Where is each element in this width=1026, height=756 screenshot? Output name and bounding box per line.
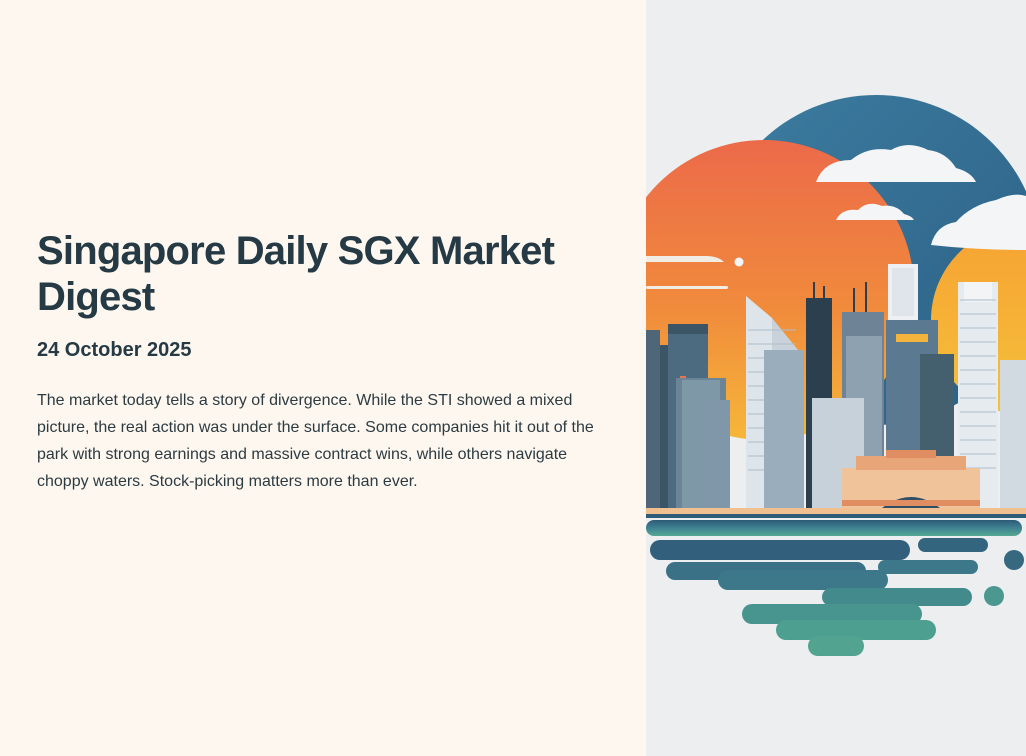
water-stroke (650, 540, 910, 560)
building (646, 330, 660, 510)
cloud-streak-2 (646, 286, 728, 289)
water-stroke (822, 588, 972, 606)
building (668, 324, 708, 334)
colonial-building (842, 450, 980, 508)
water-stroke (646, 520, 1022, 536)
page-title: Singapore Daily SGX Market Digest (37, 229, 555, 319)
building (764, 350, 804, 510)
building (964, 282, 992, 302)
waterline (646, 514, 1026, 518)
water-stroke (718, 570, 888, 590)
water-stroke (878, 560, 978, 574)
article-date: 24 October 2025 (37, 339, 192, 361)
building (896, 334, 928, 342)
cloud-dot (734, 257, 744, 267)
water-dot (1004, 550, 1024, 570)
water-stroke (808, 636, 864, 656)
shoreline (646, 508, 1026, 514)
building (892, 268, 914, 316)
article-intro: The market today tells a story of diverg… (37, 392, 594, 490)
skyline-illustration (646, 0, 1026, 756)
building (1000, 360, 1026, 510)
water-dot (984, 586, 1004, 606)
water-stroke (918, 538, 988, 552)
article-panel: Singapore Daily SGX Market Digest 24 Oct… (0, 0, 646, 756)
skyline-svg (646, 95, 1026, 656)
water-reflection (646, 520, 1024, 656)
building (706, 400, 730, 510)
cloud-streak-left (646, 256, 724, 262)
